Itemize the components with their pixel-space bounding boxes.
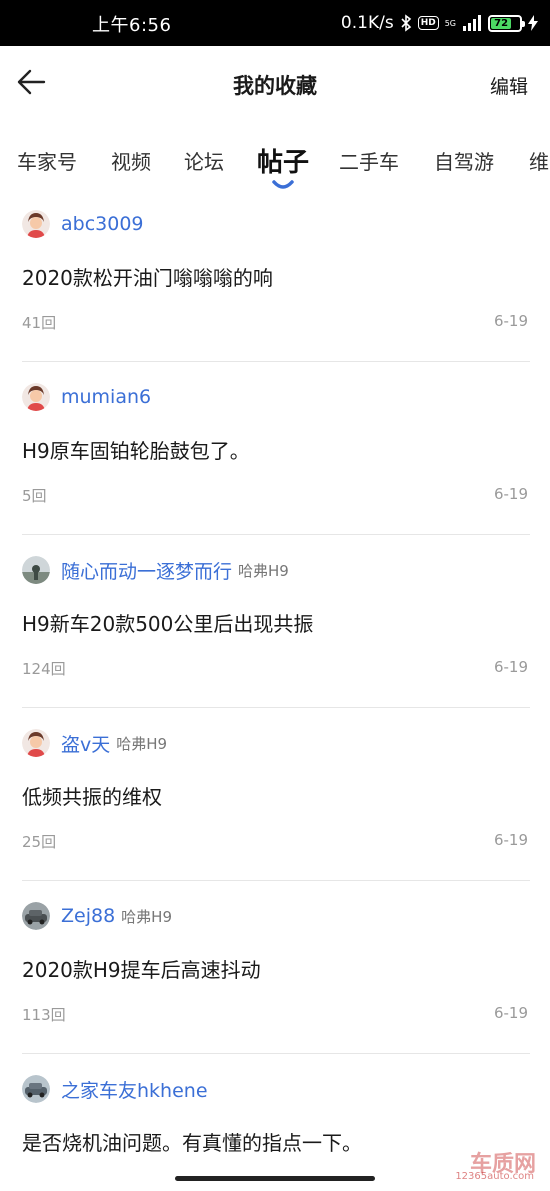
author-name: 之家车友hkhene — [61, 1079, 208, 1102]
status-time: 上午6:56 — [92, 15, 172, 36]
post-date: 6-19 — [493, 658, 528, 676]
avatar — [22, 210, 50, 238]
network-speed: 0.1K/s — [340, 13, 394, 33]
tab-more[interactable]: 维 — [529, 146, 549, 175]
post-author[interactable]: mumian6 — [22, 381, 151, 413]
status-icons: 0.1K/s HD 5G 72 — [341, 10, 538, 36]
signal-5g-label: 5G — [444, 18, 456, 28]
post-author[interactable]: 随心而动一逐梦而行 哈弗H9 — [22, 554, 289, 586]
post-date: 6-19 — [493, 831, 528, 849]
post-item[interactable]: 盗v天 哈弗H9 低频共振的维权 25回 6-19 — [22, 709, 530, 881]
post-item[interactable]: abc3009 2020款松开油门嗡嗡嗡的响 41回 6-19 — [22, 190, 530, 362]
reply-count: 41回 — [22, 314, 57, 332]
tab-forum[interactable]: 论坛 — [184, 146, 224, 175]
avatar — [22, 902, 50, 930]
car-model-tag: 哈弗H9 — [121, 907, 172, 926]
post-item[interactable]: 之家车友hkhene 是否烧机油问题。有真懂的指点一下。 — [22, 1055, 530, 1191]
car-model-tag: 哈弗H9 — [238, 561, 289, 580]
post-item[interactable]: Zej88 哈弗H9 2020款H9提车后高速抖动 113回 6-19 — [22, 882, 530, 1054]
post-date: 6-19 — [493, 1004, 528, 1022]
post-title[interactable]: H9原车固铂轮胎鼓包了。 — [22, 435, 250, 464]
tab-video[interactable]: 视频 — [111, 146, 151, 175]
author-name: mumian6 — [61, 386, 152, 408]
reply-count: 25回 — [22, 833, 57, 851]
avatar — [22, 556, 50, 584]
author-name: 盗v天 — [61, 733, 111, 756]
post-author[interactable]: 盗v天 哈弗H9 — [22, 727, 167, 759]
post-title[interactable]: 低频共振的维权 — [22, 781, 162, 810]
back-button[interactable] — [16, 66, 56, 102]
charging-bolt-icon — [528, 15, 538, 31]
signal-bars-icon — [462, 15, 482, 31]
category-tabs: 车家号 视频 论坛 帖子 二手车 自驾游 维 — [0, 130, 550, 194]
post-date: 6-19 — [493, 312, 528, 330]
tab-posts[interactable]: 帖子 — [257, 142, 309, 179]
post-title[interactable]: 是否烧机油问题。有真懂的指点一下。 — [22, 1127, 362, 1156]
active-tab-indicator — [272, 180, 294, 189]
battery-icon: 72 — [488, 14, 525, 32]
arrow-left-icon — [16, 69, 46, 99]
post-title[interactable]: 2020款松开油门嗡嗡嗡的响 — [22, 262, 273, 291]
battery-level: 72 — [491, 17, 512, 29]
status-bar: 上午6:56 0.1K/s HD 5G 72 — [0, 0, 550, 46]
post-title[interactable]: H9新车20款500公里后出现共振 — [22, 608, 313, 637]
author-name: abc3009 — [61, 213, 144, 235]
post-item[interactable]: 随心而动一逐梦而行 哈弗H9 H9新车20款500公里后出现共振 124回 6-… — [22, 536, 530, 708]
post-item[interactable]: mumian6 H9原车固铂轮胎鼓包了。 5回 6-19 — [22, 363, 530, 535]
tab-used-cars[interactable]: 二手车 — [339, 146, 399, 175]
post-date: 6-19 — [493, 485, 528, 503]
avatar — [22, 383, 50, 411]
post-author[interactable]: 之家车友hkhene — [22, 1073, 208, 1105]
author-name: 随心而动一逐梦而行 — [61, 560, 233, 583]
watermark-url: 12365auto.com — [455, 1171, 534, 1182]
app-header: 我的收藏 编辑 — [0, 46, 550, 124]
avatar — [22, 1075, 50, 1103]
reply-count: 124回 — [22, 660, 66, 678]
post-author[interactable]: abc3009 — [22, 208, 144, 240]
author-name: Zej88 — [61, 905, 116, 927]
tab-road-trip[interactable]: 自驾游 — [434, 146, 494, 175]
avatar — [22, 729, 50, 757]
home-indicator[interactable] — [175, 1176, 375, 1181]
reply-count: 5回 — [22, 487, 47, 505]
reply-count: 113回 — [22, 1006, 66, 1024]
hd-badge: HD — [417, 16, 439, 30]
page-title: 我的收藏 — [233, 74, 317, 98]
bluetooth-icon — [400, 14, 412, 32]
tab-chejiahao[interactable]: 车家号 — [17, 146, 77, 175]
post-title[interactable]: 2020款H9提车后高速抖动 — [22, 954, 261, 983]
car-model-tag: 哈弗H9 — [116, 734, 168, 753]
post-author[interactable]: Zej88 哈弗H9 — [22, 900, 172, 932]
edit-button[interactable]: 编辑 — [490, 72, 528, 99]
